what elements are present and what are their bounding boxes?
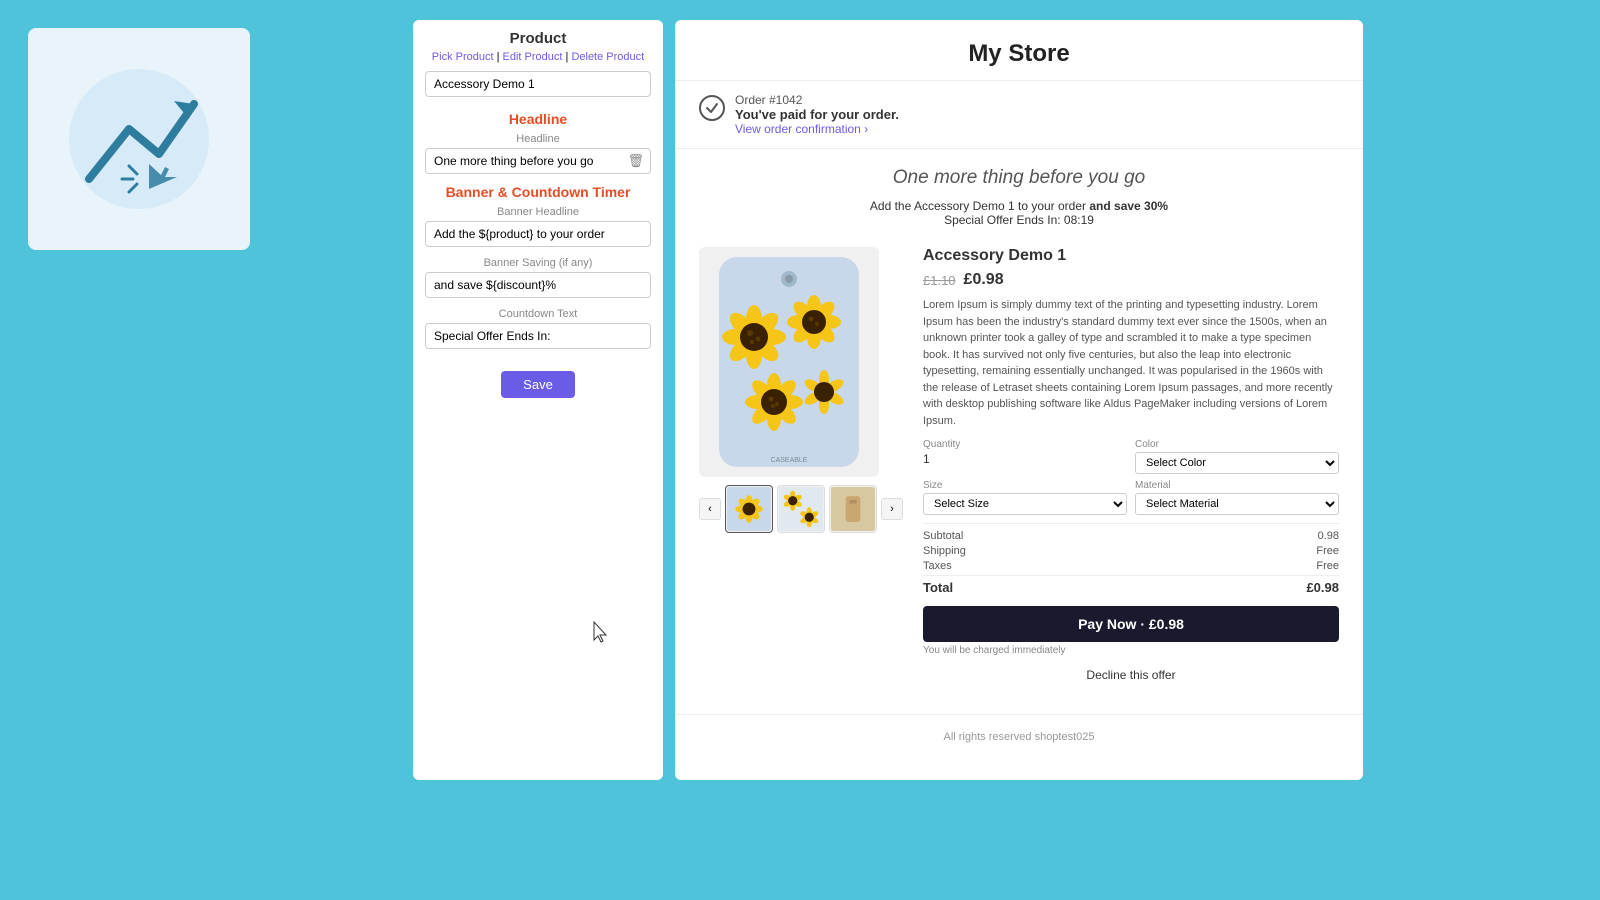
total-line: Total £0.98 — [923, 575, 1339, 595]
svg-text:CASEABLE: CASEABLE — [771, 457, 808, 464]
countdown-label: Countdown Text — [425, 308, 651, 320]
view-order-link[interactable]: View order confirmation › — [735, 122, 868, 136]
color-select[interactable]: Select Color — [1135, 452, 1339, 474]
headline-input-row: 🗑 — [425, 148, 651, 174]
order-number: Order #1042 — [735, 93, 899, 107]
shipping-label: Shipping — [923, 545, 966, 557]
order-paid-text: You've paid for your order. — [735, 107, 899, 122]
subtotal-value: 0.98 — [1318, 530, 1339, 542]
edit-product-link[interactable]: Edit Product — [503, 51, 563, 63]
charged-text: You will be charged immediately — [923, 645, 1339, 656]
countdown-input[interactable] — [425, 323, 651, 349]
product-name: Accessory Demo 1 — [923, 247, 1339, 265]
total-value: £0.98 — [1306, 580, 1339, 595]
banner-saving-input[interactable] — [425, 272, 651, 298]
subtotal-label: Subtotal — [923, 530, 963, 542]
product-input[interactable] — [425, 71, 651, 97]
thumb-3[interactable] — [829, 485, 877, 533]
product-details: Accessory Demo 1 £1.10 £0.98 Lorem Ipsum… — [923, 247, 1339, 694]
logo-area — [28, 28, 250, 250]
shipping-line: Shipping Free — [923, 545, 1339, 557]
product-section-title: Product — [425, 30, 651, 47]
thumb-2[interactable] — [777, 485, 825, 533]
thumb-1[interactable] — [725, 485, 773, 533]
store-footer: All rights reserved shoptest025 — [675, 714, 1363, 759]
pick-product-link[interactable]: Pick Product — [432, 51, 494, 63]
price-original: £1.10 — [923, 273, 956, 288]
total-label: Total — [923, 580, 953, 595]
headline-label: Headline — [425, 133, 651, 145]
color-label: Color — [1135, 439, 1339, 450]
subtotal-line: Subtotal 0.98 — [923, 530, 1339, 542]
quantity-value: 1 — [923, 452, 1127, 466]
price-breakdown: Subtotal 0.98 Shipping Free Taxes Free T… — [923, 523, 1339, 595]
taxes-line: Taxes Free — [923, 560, 1339, 572]
banner-section-title: Banner & Countdown Timer — [425, 184, 651, 200]
check-circle-icon — [699, 95, 725, 121]
material-select[interactable]: Select Material — [1135, 493, 1339, 515]
order-confirmed-section: Order #1042 You've paid for your order. … — [675, 81, 1363, 149]
offer-banner-line1: Add the Accessory Demo 1 to your order a… — [695, 199, 1343, 213]
banner-saving-label: Banner Saving (if any) — [425, 257, 651, 269]
quantity-color-row: Quantity 1 Color Select Color — [923, 439, 1339, 474]
headline-delete-icon[interactable]: 🗑 — [621, 149, 650, 173]
size-select[interactable]: Select Size — [923, 493, 1127, 515]
quantity-group: Quantity 1 — [923, 439, 1127, 474]
thumbnail-row: ‹ — [699, 485, 903, 533]
pay-now-button[interactable]: Pay Now · £0.98 — [923, 606, 1339, 642]
product-section: CASEABLE ‹ — [675, 237, 1363, 714]
thumb-prev-button[interactable]: ‹ — [699, 498, 721, 520]
banner-headline-input[interactable] — [425, 221, 651, 247]
material-label: Material — [1135, 480, 1339, 491]
order-text-block: Order #1042 You've paid for your order. … — [735, 93, 899, 136]
offer-banner: Add the Accessory Demo 1 to your order a… — [675, 195, 1363, 237]
offer-countdown: Special Offer Ends In: 08:19 — [695, 213, 1343, 227]
size-group: Size Select Size — [923, 480, 1127, 515]
size-material-row: Size Select Size Material Select Materia… — [923, 480, 1339, 515]
product-links: Pick Product | Edit Product | Delete Pro… — [425, 51, 651, 63]
size-label: Size — [923, 480, 1127, 491]
left-panel: Product Pick Product | Edit Product | De… — [413, 20, 663, 780]
product-images: CASEABLE ‹ — [699, 247, 903, 694]
taxes-label: Taxes — [923, 560, 952, 572]
product-description: Lorem Ipsum is simply dummy text of the … — [923, 297, 1339, 429]
decline-link-container: Decline this offer — [923, 666, 1339, 684]
upsell-heading: One more thing before you go — [675, 149, 1363, 195]
taxes-value: Free — [1316, 560, 1339, 572]
price-row: £1.10 £0.98 — [923, 271, 1339, 289]
price-sale: £0.98 — [964, 271, 1004, 289]
quantity-label: Quantity — [923, 439, 1127, 450]
shipping-value: Free — [1316, 545, 1339, 557]
store-name: My Store — [675, 20, 1363, 81]
decline-offer-link[interactable]: Decline this offer — [1086, 668, 1175, 682]
color-group: Color Select Color — [1135, 439, 1339, 474]
right-panel: My Store Order #1042 You've paid for you… — [675, 20, 1363, 780]
save-button[interactable]: Save — [501, 371, 575, 398]
main-product-image: CASEABLE — [699, 247, 879, 477]
thumb-next-button[interactable]: › — [881, 498, 903, 520]
headline-input[interactable] — [426, 149, 621, 173]
delete-product-link[interactable]: Delete Product — [571, 51, 644, 63]
material-group: Material Select Material — [1135, 480, 1339, 515]
banner-headline-label: Banner Headline — [425, 206, 651, 218]
headline-section-title: Headline — [425, 111, 651, 127]
